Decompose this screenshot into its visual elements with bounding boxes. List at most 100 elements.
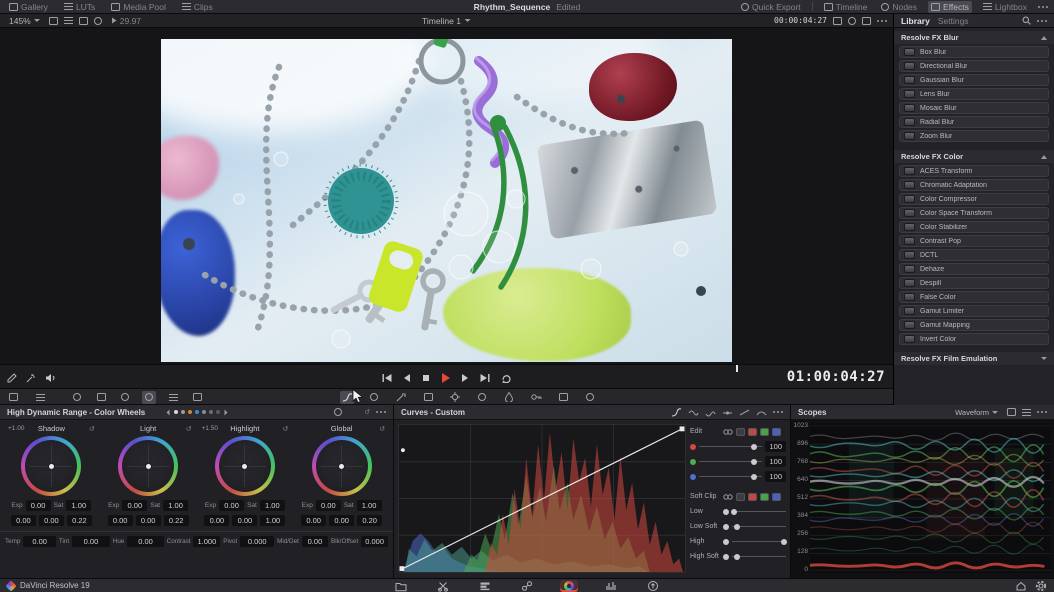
lum-vs-sat-icon[interactable]	[739, 408, 750, 417]
blur-icon[interactable]	[502, 391, 516, 404]
param-value[interactable]: 0.00	[72, 536, 110, 547]
stop-icon[interactable]	[422, 374, 430, 382]
offset-value[interactable]: 0.00	[232, 515, 257, 526]
fx-item-zoom-blur[interactable]: Zoom Blur	[899, 130, 1049, 142]
green-gain-value[interactable]: 100	[765, 456, 786, 467]
offset-value[interactable]: 0.00	[11, 515, 36, 526]
deliver-page-icon[interactable]	[644, 580, 662, 592]
offset-value[interactable]: 0.00	[108, 515, 133, 526]
edit-page-icon[interactable]	[476, 580, 494, 592]
play-icon[interactable]	[441, 373, 450, 383]
hue-vs-lum-icon[interactable]	[722, 408, 733, 417]
channel-y-button[interactable]	[736, 428, 745, 436]
reference-still-icon[interactable]	[94, 17, 102, 25]
green-gain-slider[interactable]	[699, 458, 762, 466]
softclip-green-button[interactable]	[760, 493, 769, 501]
camera-icon[interactable]	[833, 17, 842, 25]
window-icon[interactable]	[421, 391, 435, 404]
viewer-options-menu[interactable]	[877, 20, 887, 22]
cut-page-icon[interactable]	[434, 580, 452, 592]
annotate-pencil-icon[interactable]	[7, 373, 17, 383]
fx-item-gamut-mapping[interactable]: Gamut Mapping	[899, 319, 1049, 331]
zone-pager[interactable]	[165, 410, 229, 414]
expand-scope-icon[interactable]	[1007, 408, 1016, 416]
zone-reset-icon[interactable]	[73, 425, 95, 433]
step-back-icon[interactable]	[403, 374, 411, 382]
fx-item-directional-blur[interactable]: Directional Blur	[899, 60, 1049, 72]
timeline-select[interactable]: Timeline 1	[422, 16, 471, 26]
param-value[interactable]: 0.00	[127, 536, 163, 547]
fx-item-contrast-pop[interactable]: Contrast Pop	[899, 235, 1049, 247]
offset-value[interactable]: 0.20	[357, 515, 382, 526]
light-color-wheel[interactable]	[118, 436, 178, 496]
nodes-toggle-button[interactable]: Nodes	[878, 1, 920, 13]
last-frame-icon[interactable]	[480, 374, 490, 382]
red-gain-slider[interactable]	[699, 443, 762, 451]
magic-wand-icon[interactable]	[26, 373, 36, 383]
fx-item-dehaze[interactable]: Dehaze	[899, 263, 1049, 275]
tab-library[interactable]: Library	[901, 16, 930, 26]
tab-settings[interactable]: Settings	[938, 16, 969, 26]
exp-value[interactable]: 0.00	[122, 500, 147, 511]
zone-reset-icon[interactable]	[363, 425, 385, 433]
pager-right-icon[interactable]	[225, 409, 228, 415]
fx-item-false-color[interactable]: False Color	[899, 291, 1049, 303]
offset-value[interactable]: 1.00	[260, 515, 285, 526]
step-forward-icon[interactable]	[461, 374, 469, 382]
hue-vs-sat-icon[interactable]	[705, 408, 716, 417]
fx-item-color-space-transform[interactable]: Color Space Transform	[899, 207, 1049, 219]
offset-value[interactable]: 0.00	[301, 515, 326, 526]
effects-options-menu[interactable]	[1037, 20, 1047, 22]
fx-item-dctl[interactable]: DCTL	[899, 249, 1049, 261]
low-slider[interactable]	[732, 508, 786, 516]
low-soft-slider[interactable]	[732, 523, 786, 531]
timeline-toggle-button[interactable]: Timeline	[821, 1, 871, 13]
offset-value[interactable]: 0.00	[329, 515, 354, 526]
color-page-icon[interactable]	[560, 580, 578, 592]
zone-range-value[interactable]: +1.00	[8, 425, 30, 432]
fx-item-radial-blur[interactable]: Radial Blur	[899, 116, 1049, 128]
playhead-marker[interactable]	[736, 365, 738, 372]
offset-value[interactable]: 0.22	[164, 515, 189, 526]
project-settings-gear-icon[interactable]	[1035, 580, 1047, 592]
blue-gain-slider[interactable]	[699, 473, 762, 481]
clips-button[interactable]: Clips	[179, 1, 216, 13]
image-wipe-icon[interactable]	[79, 17, 88, 25]
zone-reset-icon[interactable]	[266, 425, 288, 433]
sat-value[interactable]: 1.00	[357, 500, 382, 511]
fx-item-color-stabilizer[interactable]: Color Stabilizer	[899, 221, 1049, 233]
blue-gain-value[interactable]: 100	[765, 471, 786, 482]
scopes-options-menu[interactable]	[1037, 411, 1047, 413]
channel-green-button[interactable]	[760, 428, 769, 436]
scope-mode-select[interactable]: Waveform	[952, 406, 1001, 418]
media-pool-button[interactable]: Media Pool	[108, 1, 169, 13]
color-match-icon[interactable]	[94, 391, 108, 404]
qualifier-icon[interactable]	[394, 391, 408, 404]
fusion-page-icon[interactable]	[518, 580, 536, 592]
zoom-select[interactable]: 145%	[6, 15, 43, 27]
fx-item-despill[interactable]: Despill	[899, 277, 1049, 289]
channel-red-button[interactable]	[748, 428, 757, 436]
section-resolve-fx-film-emulation[interactable]: Resolve FX Film Emulation	[894, 352, 1054, 365]
softclip-red-button[interactable]	[748, 493, 757, 501]
loop-icon[interactable]	[501, 374, 512, 383]
offset-value[interactable]: 0.00	[204, 515, 229, 526]
softclip-blue-button[interactable]	[772, 493, 781, 501]
shadow-color-wheel[interactable]	[21, 436, 81, 496]
auto-balance-icon[interactable]	[334, 408, 342, 416]
zone-range-value[interactable]: +1.50	[202, 425, 224, 432]
luts-button[interactable]: LUTs	[61, 1, 98, 13]
param-value[interactable]: 1.000	[193, 536, 220, 547]
zone-reset-icon[interactable]	[170, 425, 192, 433]
fx-item-chromatic-adaptation[interactable]: Chromatic Adaptation	[899, 179, 1049, 191]
fx-item-gamut-limiter[interactable]: Gamut Limiter	[899, 305, 1049, 317]
stereo-3d-icon[interactable]	[583, 391, 597, 404]
sat-value[interactable]: 1.00	[66, 500, 91, 511]
project-manager-icon[interactable]	[1015, 580, 1027, 592]
single-viewer-icon[interactable]	[49, 17, 58, 25]
quick-export-button[interactable]: Quick Export	[738, 1, 804, 13]
reset-all-icon[interactable]	[348, 408, 370, 416]
fairlight-page-icon[interactable]	[602, 580, 620, 592]
grab-still-icon[interactable]	[862, 17, 871, 25]
red-gain-value[interactable]: 100	[765, 441, 786, 452]
